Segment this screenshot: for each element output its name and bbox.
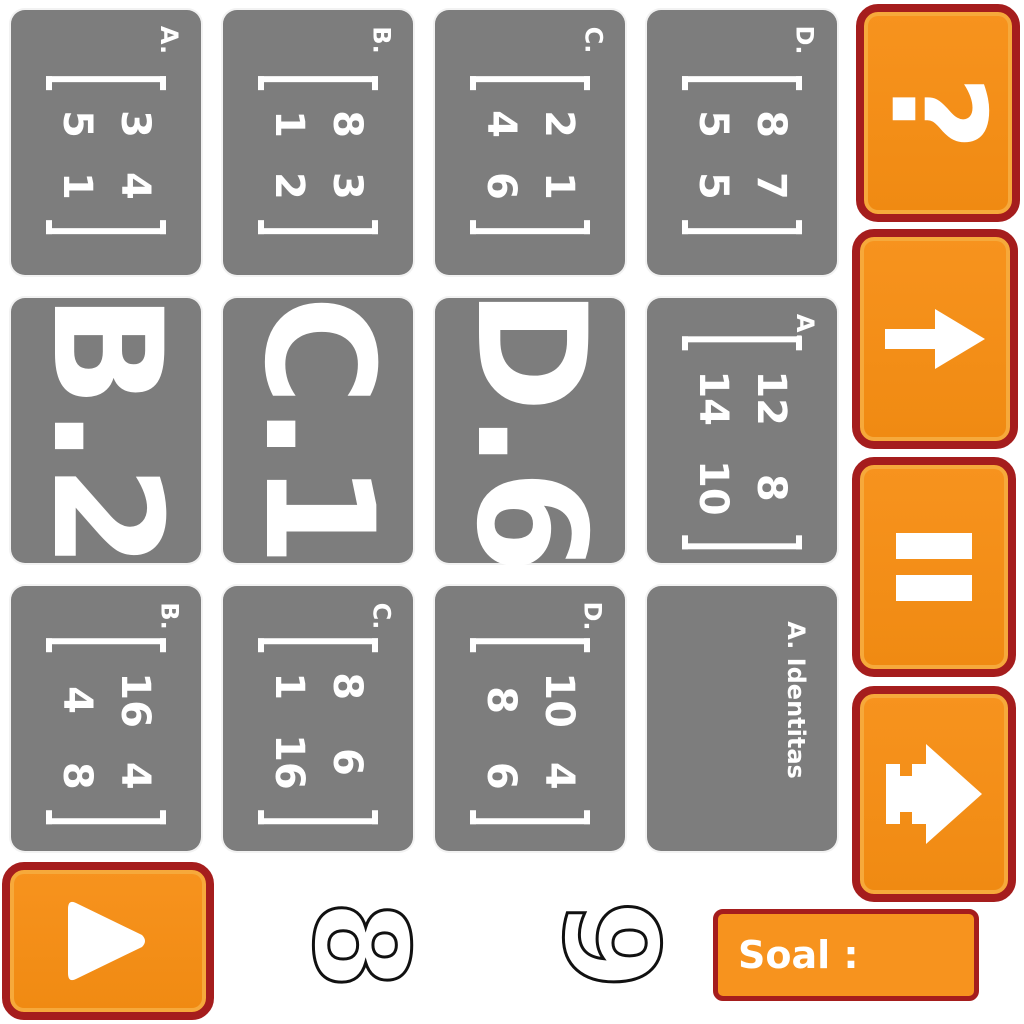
matrix-cell: 4	[112, 761, 158, 790]
matrix-cell: 6	[478, 761, 524, 790]
soal-label: Soal :	[738, 933, 859, 977]
matrix-cell: 12	[748, 369, 794, 426]
question-icon: ?	[861, 75, 1014, 151]
card-r1c3[interactable]: C. 2 1 4 6	[435, 10, 625, 275]
matrix: 2 1 4 6	[470, 75, 590, 234]
matrix-cell: 5	[690, 109, 736, 138]
bracket-right	[258, 809, 378, 824]
matrix-cell: 4	[478, 109, 524, 138]
bracket-right	[46, 809, 166, 824]
play-icon	[68, 901, 145, 981]
home-button[interactable]	[852, 686, 1016, 902]
bracket-right	[470, 809, 590, 824]
bracket-right	[682, 535, 802, 550]
bracket-left	[470, 75, 590, 90]
matrix-cell: 2	[266, 171, 312, 200]
soal-panel: Soal :	[713, 909, 979, 1001]
score-left: 8	[283, 898, 438, 991]
home-arrow-icon	[886, 744, 982, 844]
matrix-cell: 16	[112, 671, 158, 728]
card-r1c1[interactable]: A. 3 4 5 1	[11, 10, 201, 275]
matrix-cell: 8	[748, 473, 794, 502]
pause-icon	[896, 533, 972, 601]
matrix: 10 4 8 6	[470, 637, 590, 824]
matrix: 8 3 1 2	[258, 75, 378, 234]
card-r3c4[interactable]: A. Identitas	[647, 586, 837, 851]
next-button[interactable]	[852, 229, 1018, 449]
card-label: A.	[154, 25, 183, 55]
matrix-cell: 6	[478, 171, 524, 200]
bracket-left	[258, 75, 378, 90]
matrix-cell: 1	[536, 171, 582, 200]
matrix-cell: 10	[690, 459, 736, 516]
card-r2c2[interactable]: C.1	[223, 294, 413, 567]
play-button[interactable]	[2, 862, 214, 1020]
bracket-right	[258, 219, 378, 234]
card-r2c4[interactable]: A. 12 8 14 10	[647, 298, 837, 563]
card-r2c3[interactable]: D.6	[435, 288, 625, 573]
matrix-cell: 3	[324, 171, 370, 200]
matrix-cell: 2	[536, 109, 582, 138]
bracket-right	[470, 219, 590, 234]
matrix-cell: 8	[324, 109, 370, 138]
matrix-cell: 3	[112, 109, 158, 138]
matrix-cell: 14	[690, 369, 736, 426]
card-label: C.	[579, 26, 608, 54]
matrix-cell: 7	[748, 171, 794, 200]
answer-text: D.6	[443, 287, 617, 574]
answer-text: C.1	[231, 294, 405, 567]
matrix-cell: 8	[478, 685, 524, 714]
card-text: A. Identitas	[781, 621, 810, 779]
pause-button[interactable]	[852, 457, 1016, 677]
bracket-left	[682, 75, 802, 90]
card-label: C.	[367, 602, 396, 630]
matrix-cell: 5	[54, 109, 100, 138]
card-label: D.	[578, 601, 607, 631]
matrix-cell: 1	[54, 171, 100, 200]
help-button[interactable]: ?	[856, 4, 1020, 222]
card-r3c1[interactable]: B. 16 4 4 8	[11, 586, 201, 851]
matrix-cell: 1	[266, 671, 312, 700]
card-r1c2[interactable]: B. 8 3 1 2	[223, 10, 413, 275]
card-label: B.	[367, 26, 396, 54]
bracket-right	[682, 219, 802, 234]
matrix-cell: 8	[748, 109, 794, 138]
matrix-cell: 16	[266, 733, 312, 790]
matrix: 3 4 5 1	[46, 75, 166, 234]
matrix: 8755	[682, 75, 802, 234]
bracket-right	[46, 219, 166, 234]
card-r2c1[interactable]: B.2	[11, 293, 201, 568]
bracket-left	[46, 75, 166, 90]
arrow-right-icon	[885, 309, 985, 369]
matrix-cell: 5	[690, 171, 736, 200]
matrix-cell: 6	[324, 747, 370, 776]
bracket-left	[682, 335, 802, 350]
score-right: 9	[533, 898, 688, 991]
matrix-cell: 8	[324, 671, 370, 700]
matrix: 12 8 14 10	[682, 335, 802, 550]
card-r3c3[interactable]: D. 10 4 8 6	[435, 586, 625, 851]
card-r3c2[interactable]: C. 8 6 1 16	[223, 586, 413, 851]
matrix-cell: 4	[112, 171, 158, 200]
matrix-cell: 4	[536, 761, 582, 790]
card-r1c4[interactable]: D. 8 7 5 5	[647, 10, 837, 275]
card-label: D.	[790, 25, 819, 55]
matrix: 16 4 4 8	[46, 637, 166, 824]
matrix-cell: 8	[54, 761, 100, 790]
bracket-left	[258, 637, 378, 652]
matrix-cell: 1	[266, 109, 312, 138]
matrix-cell: 4	[54, 685, 100, 714]
card-label: B.	[155, 602, 184, 630]
bracket-left	[46, 637, 166, 652]
bracket-left	[470, 637, 590, 652]
matrix: 8 6 1 16	[258, 637, 378, 824]
matrix-cell: 10	[536, 671, 582, 728]
answer-text: B.2	[19, 292, 193, 569]
